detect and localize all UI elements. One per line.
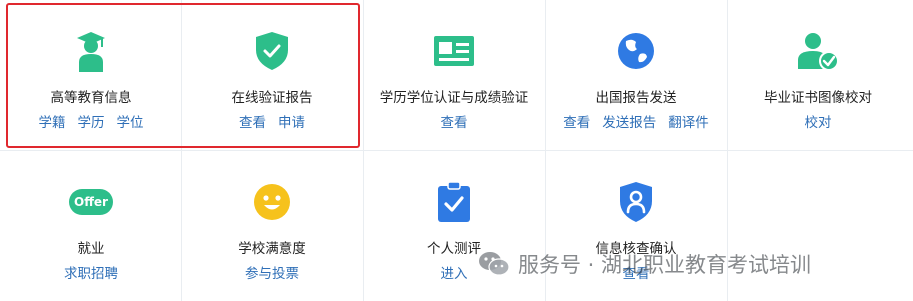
tile-employment[interactable]: Offer 就业 求职招聘 [1,151,181,301]
tile-links: 查看 发送报告 翻译件 [546,111,726,131]
link-job-search[interactable]: 求职招聘 [64,266,118,282]
link-enter[interactable]: 进入 [441,266,468,282]
smiley-icon [254,184,290,220]
tile-title: 学校满意度 [238,241,306,257]
link-send-report[interactable]: 发送报告 [602,115,656,131]
tile-title: 毕业证书图像校对 [764,90,872,106]
clipboard-check-icon [438,182,470,222]
tile-title: 学历学位认证与成绩验证 [379,90,529,106]
tile-school-satisfaction[interactable]: 学校满意度 参与投票 [182,151,362,301]
tile-links: 参与投票 [182,262,362,282]
link-view[interactable]: 查看 [441,115,468,131]
offer-icon: Offer [69,189,113,215]
highlight-box [6,3,360,148]
tile-title: 出国报告发送 [595,90,677,106]
watermark: 服务号 · 湖北职业教育考试培训 [478,248,811,280]
tile-diploma-image-proofread[interactable]: 毕业证书图像校对 校对 [728,0,908,150]
tile-links: 校对 [728,111,908,131]
link-vote[interactable]: 参与投票 [245,266,299,282]
user-check-icon [798,33,838,70]
link-translation[interactable]: 翻译件 [668,115,709,131]
globe-icon [618,33,654,69]
link-view[interactable]: 查看 [563,115,590,131]
link-proofread[interactable]: 校对 [805,115,832,131]
tile-links: 求职招聘 [1,262,181,282]
tile-degree-certification[interactable]: 学历学位认证与成绩验证 查看 [364,0,544,150]
tile-overseas-report[interactable]: 出国报告发送 查看 发送报告 翻译件 [546,0,726,150]
watermark-text: 服务号 · 湖北职业教育考试培训 [518,253,812,277]
tile-title: 就业 [77,241,105,257]
shield-user-icon [620,182,652,222]
wechat-icon [479,252,510,276]
tile-links: 查看 [364,111,544,131]
id-card-icon [434,36,474,66]
